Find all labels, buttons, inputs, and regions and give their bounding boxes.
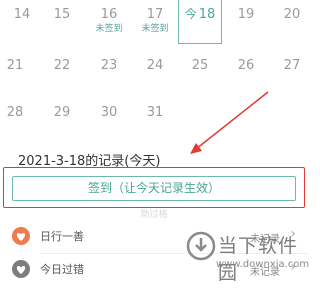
calendar-day[interactable]: 24	[133, 51, 177, 95]
day-number: 23	[100, 58, 118, 73]
heart-icon	[12, 260, 30, 278]
day-number: 20	[283, 7, 301, 22]
calendar-day[interactable]: 30	[87, 98, 131, 142]
list-item-label: 日行一善	[40, 230, 84, 243]
day-number: 19	[237, 7, 255, 22]
calendar-day[interactable]: 27	[270, 51, 314, 95]
calendar-day[interactable]: 15	[40, 0, 84, 44]
day-number-value: 18	[198, 7, 216, 22]
calendar-day[interactable]: 23	[87, 51, 131, 95]
day-number: 25	[191, 58, 209, 73]
day-number: 22	[53, 58, 71, 73]
calendar-day[interactable]: 19	[224, 0, 268, 44]
watermark-name: 当下软件园	[218, 235, 299, 284]
heart-icon	[12, 227, 30, 245]
calendar-day[interactable]: 21	[0, 51, 37, 95]
calendar-week-row: 21 22 23 24 25 26 27	[0, 51, 308, 95]
day-number: 28	[6, 105, 24, 120]
calendar-day-today[interactable]: 今 18	[178, 0, 222, 44]
calendar-day[interactable]: 31	[133, 98, 177, 142]
watermark-url: www.downxia.com	[216, 259, 310, 270]
calendar-day[interactable]: 17 未签到	[133, 0, 177, 44]
faint-label: 助过格	[140, 210, 168, 220]
day-status: 未签到	[141, 24, 169, 34]
day-status: 未签到	[95, 24, 123, 34]
calendar-day[interactable]: 25	[178, 51, 222, 95]
day-number: 30	[100, 105, 118, 120]
calendar-day[interactable]: 14	[0, 0, 44, 44]
day-number: 今 18	[179, 0, 221, 22]
calendar-day[interactable]: 20	[270, 0, 314, 44]
day-number: 27	[283, 58, 301, 73]
list-item-label: 今日过错	[40, 263, 84, 276]
sign-in-button[interactable]: 签到（让今天记录生效）	[12, 176, 296, 201]
calendar-day[interactable]: 22	[40, 51, 84, 95]
calendar-day[interactable]: 16 未签到	[87, 0, 131, 44]
calendar-day[interactable]: 28	[0, 98, 37, 142]
day-number: 15	[53, 7, 71, 22]
day-number: 24	[146, 58, 164, 73]
day-number: 17	[146, 7, 164, 22]
calendar-day[interactable]: 26	[224, 51, 268, 95]
watermark: 当下软件园 www.downxia.com	[186, 225, 310, 285]
day-number: 14	[13, 7, 31, 22]
day-number: 21	[6, 58, 24, 73]
today-mark: 今	[184, 7, 197, 21]
day-number: 16	[100, 7, 118, 22]
calendar-week-row: 28 29 30 31	[0, 98, 308, 142]
day-number: 31	[146, 105, 164, 120]
day-number: 29	[53, 105, 71, 120]
download-logo-icon	[186, 231, 216, 261]
calendar-week-row: 14 15 16 未签到 17 未签到 今 18 19 20	[0, 0, 308, 44]
day-number: 26	[237, 58, 255, 73]
calendar-grid: 14 15 16 未签到 17 未签到 今 18 19 20 21 22 23 …	[0, 0, 308, 130]
calendar-day[interactable]: 29	[40, 98, 84, 142]
